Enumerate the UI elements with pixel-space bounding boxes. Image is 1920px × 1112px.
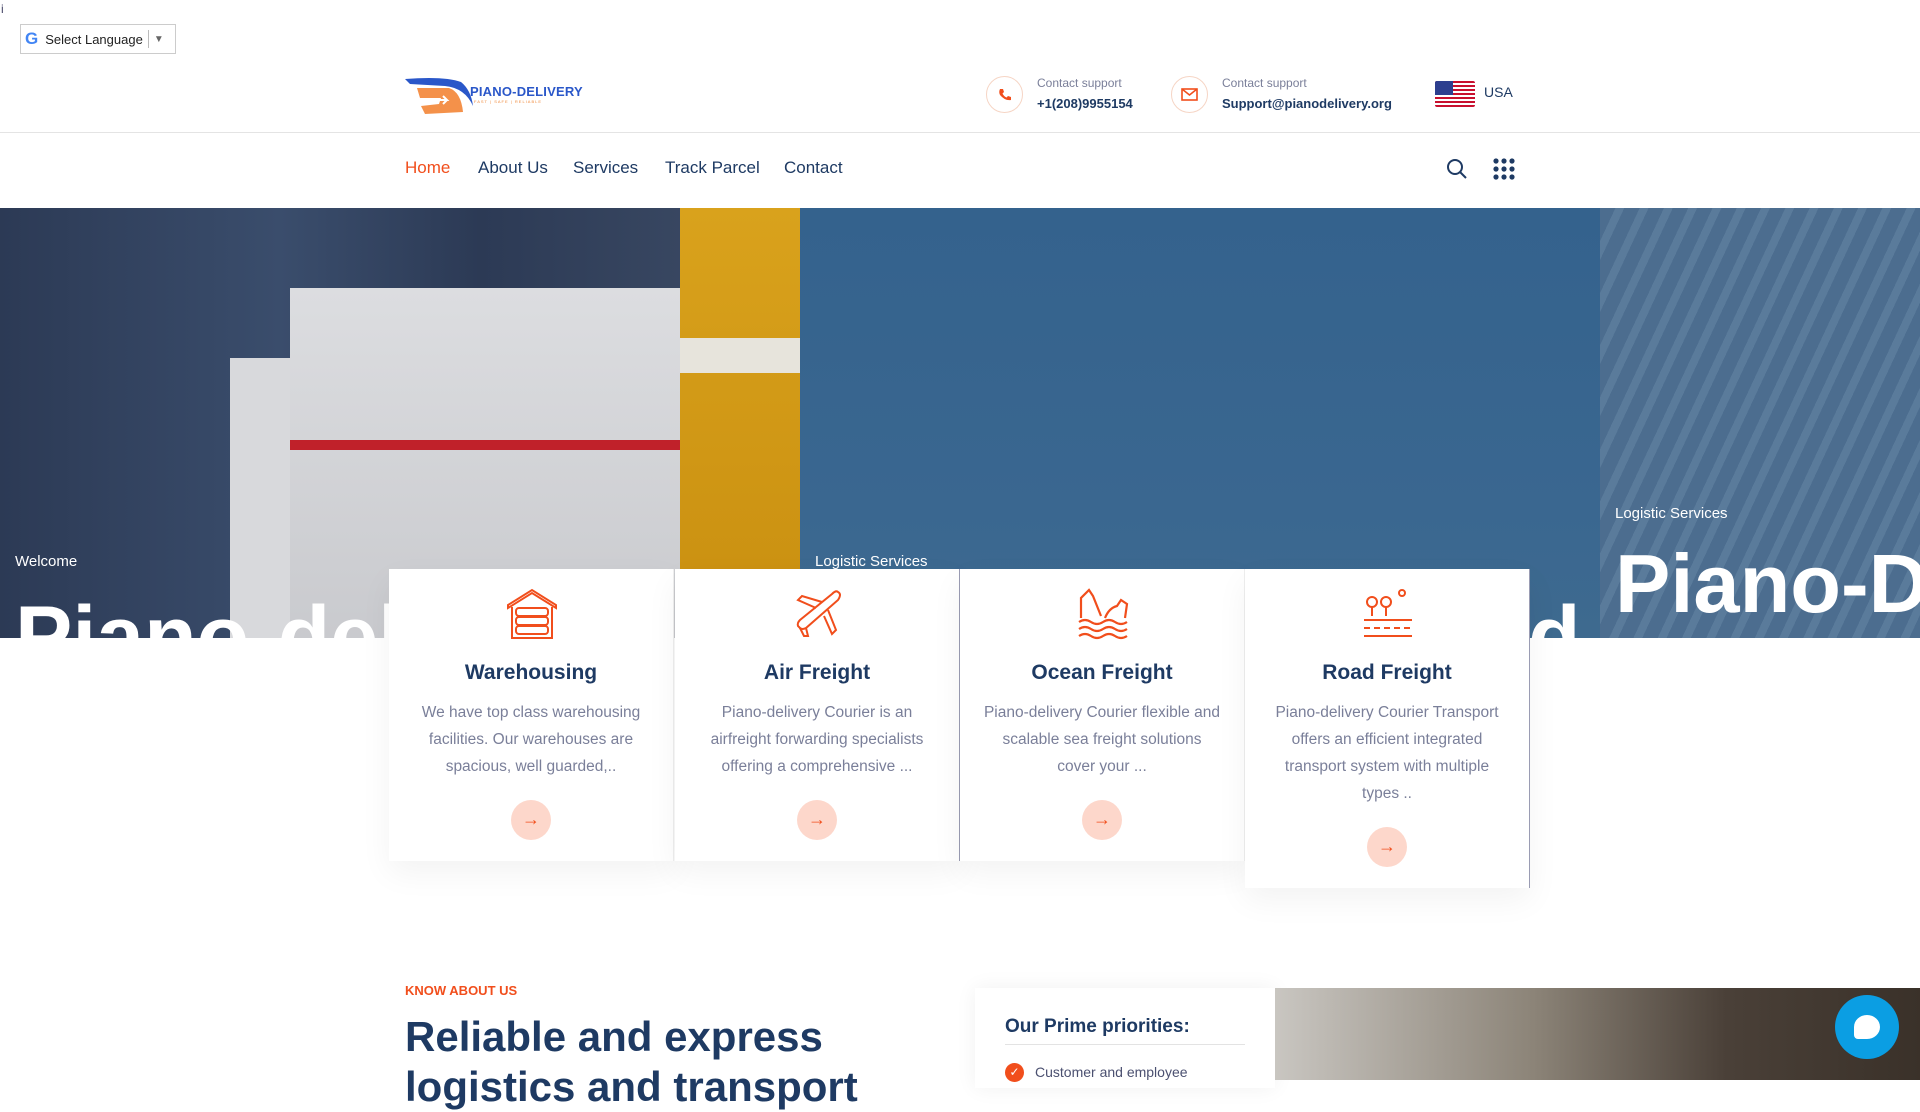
airplane-icon bbox=[796, 590, 841, 637]
hero-subtitle: Welcome bbox=[15, 553, 78, 570]
chat-button[interactable] bbox=[1835, 995, 1899, 1059]
header-divider bbox=[0, 132, 1920, 133]
section-eyebrow: KNOW ABOUT US bbox=[405, 983, 518, 998]
warehouse-icon bbox=[507, 588, 557, 639]
service-card-road-freight[interactable]: Road Freight Piano-delivery Courier Tran… bbox=[1245, 569, 1530, 888]
priority-item: Customer and employee bbox=[1035, 1064, 1188, 1080]
service-title: Warehousing bbox=[464, 661, 598, 684]
search-icon[interactable] bbox=[1446, 158, 1468, 180]
arrow-right-button[interactable]: → bbox=[1367, 827, 1407, 867]
contact-email-value[interactable]: Support@pianodelivery.org bbox=[1222, 96, 1392, 111]
logo-name: PIANO-DELIVERY bbox=[470, 84, 583, 99]
chat-bubble-icon bbox=[1854, 1015, 1880, 1039]
logo-tagline: FAST | SAFE | RELIABLE bbox=[474, 99, 543, 104]
nav-track-parcel[interactable]: Track Parcel bbox=[665, 158, 760, 178]
service-card-warehousing[interactable]: Warehousing We have top class warehousin… bbox=[389, 569, 674, 861]
dropdown-arrow-icon: ▼ bbox=[153, 33, 164, 45]
contact-email-label: Contact support bbox=[1222, 76, 1307, 90]
arrow-right-button[interactable]: → bbox=[1082, 800, 1122, 840]
arrow-right-button[interactable]: → bbox=[797, 800, 837, 840]
hero-subtitle: Logistic Services bbox=[1615, 505, 1728, 522]
language-label: Select Language bbox=[45, 31, 143, 47]
service-title: Air Freight bbox=[763, 661, 871, 684]
contact-phone-value[interactable]: +1(208)9955154 bbox=[1037, 96, 1133, 111]
mail-icon bbox=[1171, 76, 1208, 113]
road-icon bbox=[1364, 589, 1412, 637]
hero-title: Piano-D bbox=[1615, 537, 1920, 630]
service-card-ocean-freight[interactable]: Ocean Freight Piano-delivery Courier fle… bbox=[960, 569, 1245, 861]
grid-menu-icon[interactable] bbox=[1493, 158, 1515, 180]
nav-services[interactable]: Services bbox=[573, 158, 638, 178]
hero-title: d bbox=[1528, 589, 1581, 638]
ship-funnel-stripe bbox=[680, 338, 800, 373]
nav-about-us[interactable]: About Us bbox=[478, 158, 548, 178]
service-description: Piano-delivery Courier Transport offers … bbox=[1275, 704, 1499, 802]
about-heading: Reliable and express logistics and trans… bbox=[405, 1013, 858, 1110]
cursor-glyph: i bbox=[1, 2, 4, 16]
divider bbox=[147, 30, 149, 48]
arrow-right-button[interactable]: → bbox=[511, 800, 551, 840]
about-image bbox=[1275, 988, 1920, 1080]
hero-subtitle: Logistic Services bbox=[815, 553, 928, 570]
phone-icon bbox=[986, 76, 1023, 113]
priorities-title: Our Prime priorities: bbox=[1005, 1016, 1190, 1037]
service-description: Piano-delivery Courier flexible and scal… bbox=[983, 704, 1221, 775]
ship-stripe bbox=[290, 440, 680, 450]
ocean-ship-icon bbox=[1078, 588, 1129, 640]
hero-slide-3: Logistic Services Piano-D bbox=[1600, 208, 1920, 638]
service-title: Road Freight bbox=[1322, 661, 1452, 684]
priorities-box: Our Prime priorities: ✓ Customer and emp… bbox=[975, 988, 1275, 1088]
divider bbox=[1005, 1044, 1245, 1045]
us-flag-icon[interactable] bbox=[1435, 81, 1475, 107]
service-description: Piano-delivery Courier is an airfreight … bbox=[710, 704, 924, 775]
language-select[interactable]: G Select Language ▼ bbox=[20, 24, 176, 54]
hero-title: Piano-deli bbox=[15, 589, 426, 638]
check-icon: ✓ bbox=[1005, 1063, 1024, 1082]
nav-contact[interactable]: Contact bbox=[784, 158, 843, 178]
contact-phone-label: Contact support bbox=[1037, 76, 1122, 90]
google-icon: G bbox=[25, 29, 39, 48]
service-description: We have top class warehousing facilities… bbox=[421, 704, 641, 775]
nav-home[interactable]: Home bbox=[405, 158, 450, 178]
service-card-air-freight[interactable]: Air Freight Piano-delivery Courier is an… bbox=[675, 569, 960, 861]
service-title: Ocean Freight bbox=[1031, 661, 1173, 684]
region-label[interactable]: USA bbox=[1484, 84, 1513, 100]
